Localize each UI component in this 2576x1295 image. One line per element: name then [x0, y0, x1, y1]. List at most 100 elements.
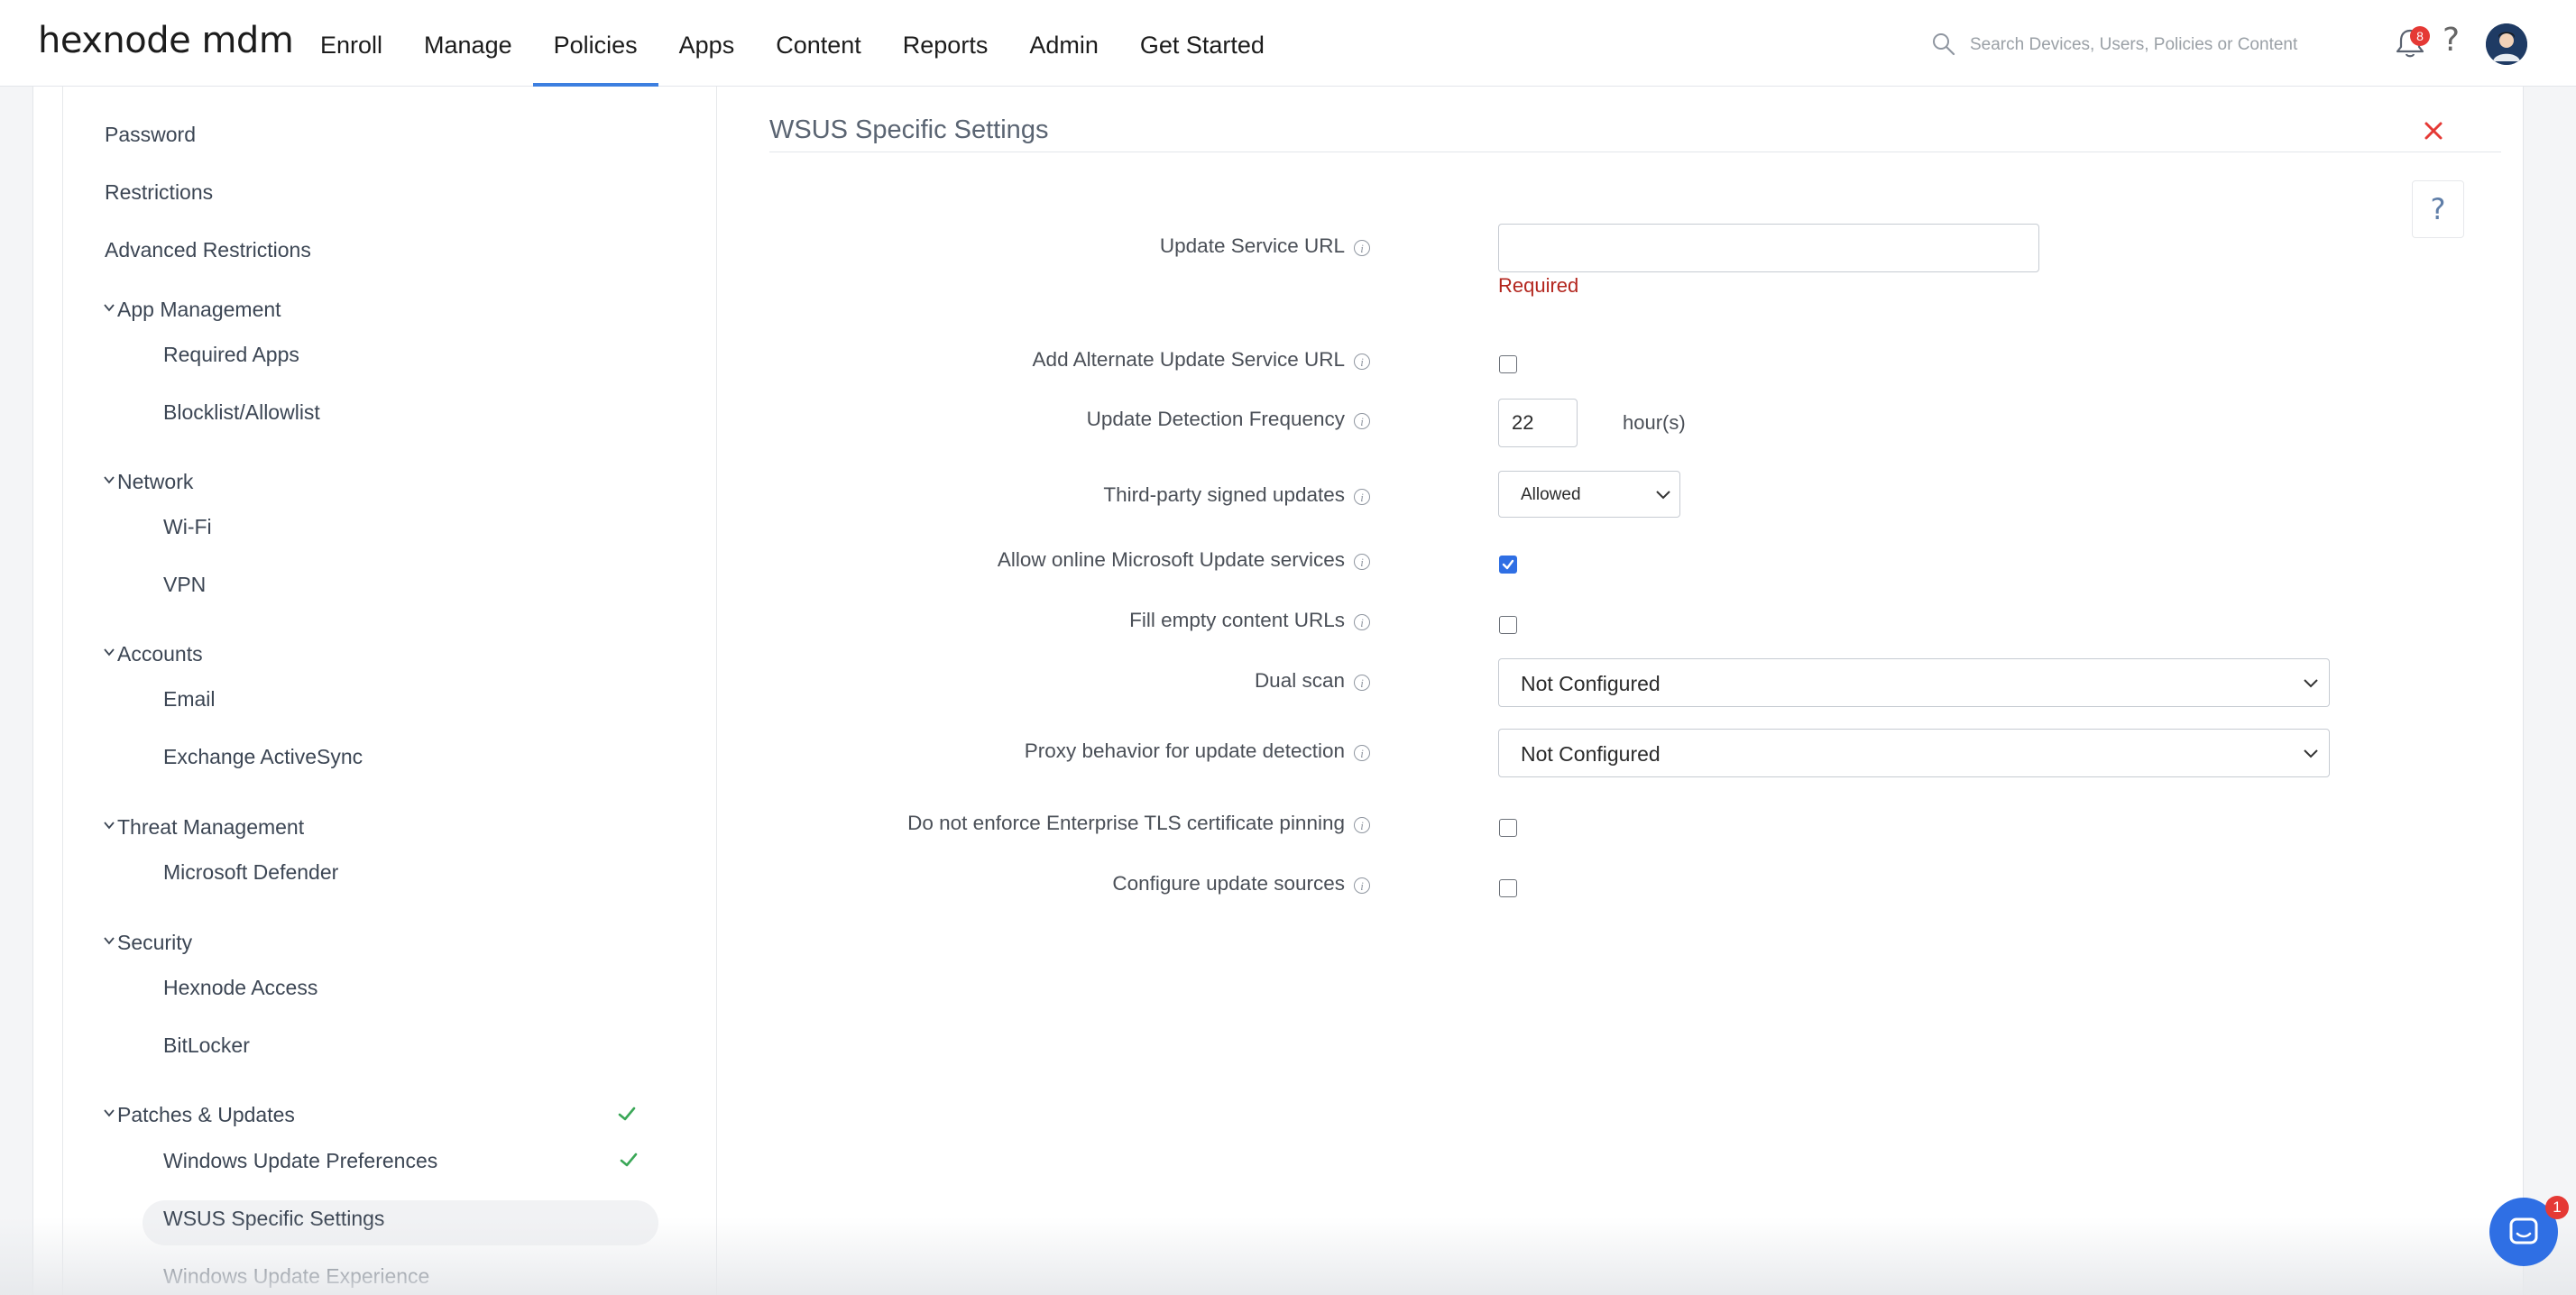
- sidebar-group-label: Patches & Updates: [117, 1103, 295, 1126]
- online-ms-update-checkbox[interactable]: [1499, 556, 1517, 574]
- top-navigation-bar: hexnode mdm Enroll Manage Policies Apps …: [0, 0, 2576, 87]
- chevron-down-icon: [104, 1109, 115, 1117]
- update-sources-checkbox[interactable]: [1499, 879, 1517, 897]
- info-icon[interactable]: i: [1354, 614, 1370, 630]
- update-sources-label: Configure update sources: [1112, 872, 1345, 895]
- chevron-down-icon: [104, 304, 115, 312]
- chevron-down-icon: [1656, 491, 1670, 500]
- nav-admin[interactable]: Admin: [1008, 0, 1119, 87]
- sidebar-item-exchange-activesync[interactable]: Exchange ActiveSync: [163, 745, 363, 769]
- search-input[interactable]: [1970, 27, 2345, 63]
- page-title: WSUS Specific Settings: [769, 115, 1049, 144]
- notification-count-badge: 8: [2410, 26, 2430, 46]
- update-service-url-label: Update Service URL: [1159, 234, 1345, 257]
- nav-enroll[interactable]: Enroll: [299, 0, 403, 87]
- sidebar-item-email[interactable]: Email: [163, 687, 216, 712]
- third-party-label: Third-party signed updates: [1103, 483, 1345, 506]
- sidebar-group-label: Network: [117, 470, 194, 493]
- chevron-down-icon: [2304, 679, 2318, 688]
- sidebar-item-windows-update-preferences[interactable]: Windows Update Preferences: [163, 1149, 437, 1173]
- chevron-down-icon: [104, 648, 115, 657]
- info-icon[interactable]: i: [1354, 413, 1370, 429]
- chevron-down-icon: [2304, 749, 2318, 758]
- user-avatar[interactable]: [2486, 23, 2527, 65]
- proxy-behavior-label: Proxy behavior for update detection: [1024, 739, 1345, 762]
- wsus-settings-panel: WSUS Specific Settings ? Update Service …: [737, 87, 2525, 1295]
- help-icon[interactable]: ?: [2443, 22, 2460, 59]
- info-icon[interactable]: i: [1354, 745, 1370, 761]
- close-icon[interactable]: [2422, 119, 2445, 142]
- fill-empty-urls-label: Fill empty content URLs: [1129, 609, 1345, 631]
- sidebar-group-threat-management[interactable]: Threat Management: [104, 815, 305, 840]
- nav-content[interactable]: Content: [755, 0, 882, 87]
- hours-unit-label: hour(s): [1623, 411, 1686, 434]
- detection-frequency-label: Update Detection Frequency: [1086, 408, 1345, 430]
- sidebar-group-security[interactable]: Security: [104, 931, 193, 955]
- sidebar-item-restrictions[interactable]: Restrictions: [105, 180, 213, 205]
- alternate-url-checkbox[interactable]: [1499, 355, 1517, 373]
- third-party-select[interactable]: Allowed: [1498, 471, 1680, 518]
- chevron-down-icon: [104, 476, 115, 484]
- user-avatar-icon: [2486, 23, 2527, 65]
- sidebar-group-app-management[interactable]: App Management: [104, 298, 281, 322]
- chevron-down-icon: [104, 822, 115, 830]
- proxy-behavior-select[interactable]: Not Configured: [1498, 729, 2330, 777]
- nav-manage[interactable]: Manage: [403, 0, 533, 87]
- chat-icon: [2509, 1217, 2538, 1244]
- nav-policies[interactable]: Policies: [532, 0, 658, 87]
- sidebar-group-patches-updates[interactable]: Patches & Updates: [104, 1103, 295, 1127]
- sidebar-item-vpn[interactable]: VPN: [163, 573, 206, 597]
- nav-get-started[interactable]: Get Started: [1119, 0, 1285, 87]
- sidebar-group-network[interactable]: Network: [104, 470, 194, 494]
- sidebar-item-bitlocker[interactable]: BitLocker: [163, 1033, 250, 1058]
- fill-empty-urls-checkbox[interactable]: [1499, 616, 1517, 634]
- global-search: [1930, 27, 2345, 63]
- configured-check-icon: [620, 1153, 638, 1167]
- tls-pinning-label: Do not enforce Enterprise TLS certificat…: [907, 812, 1345, 834]
- proxy-behavior-select-value: Not Configured: [1521, 742, 1661, 766]
- hexnode-logo[interactable]: hexnode mdm: [38, 20, 294, 61]
- sidebar-item-password[interactable]: Password: [105, 123, 196, 147]
- info-icon[interactable]: i: [1354, 817, 1370, 833]
- sidebar-group-label: Security: [117, 931, 193, 954]
- sidebar-item-required-apps[interactable]: Required Apps: [163, 343, 299, 367]
- third-party-select-value: Allowed: [1521, 485, 1581, 504]
- sidebar-group-label: App Management: [117, 298, 281, 321]
- help-button[interactable]: ?: [2412, 180, 2464, 238]
- nav-apps[interactable]: Apps: [658, 0, 756, 87]
- sidebar-item-blocklist-allowlist[interactable]: Blocklist/Allowlist: [163, 400, 320, 425]
- chevron-down-icon: [104, 937, 115, 945]
- main-nav: Enroll Manage Policies Apps Content Repo…: [299, 0, 1285, 87]
- tls-pinning-checkbox[interactable]: [1499, 819, 1517, 837]
- chat-unread-badge: 1: [2545, 1196, 2569, 1219]
- info-icon[interactable]: i: [1354, 877, 1370, 894]
- sidebar-item-microsoft-defender[interactable]: Microsoft Defender: [163, 860, 338, 885]
- configured-check-icon: [618, 1107, 636, 1121]
- dual-scan-label: Dual scan: [1254, 669, 1345, 692]
- nav-reports[interactable]: Reports: [882, 0, 1009, 87]
- checkmark-icon: [1502, 559, 1514, 570]
- policy-sidebar: Password Restrictions Advanced Restricti…: [62, 87, 717, 1295]
- sidebar-group-label: Accounts: [117, 642, 203, 666]
- sidebar-item-hexnode-access[interactable]: Hexnode Access: [163, 976, 317, 1000]
- info-icon[interactable]: i: [1354, 489, 1370, 505]
- sidebar-item-advanced-restrictions[interactable]: Advanced Restrictions: [105, 238, 311, 262]
- required-error-text: Required: [1498, 274, 1579, 297]
- sidebar-item-wifi[interactable]: Wi-Fi: [163, 515, 212, 539]
- policy-editor: Password Restrictions Advanced Restricti…: [32, 87, 2524, 1295]
- detection-frequency-input[interactable]: [1498, 399, 1578, 447]
- info-icon[interactable]: i: [1354, 554, 1370, 570]
- online-ms-update-label: Allow online Microsoft Update services: [997, 548, 1345, 571]
- update-service-url-input[interactable]: [1498, 224, 2039, 272]
- info-icon[interactable]: i: [1354, 354, 1370, 370]
- sidebar-item-wsus-specific-settings[interactable]: WSUS Specific Settings: [163, 1207, 384, 1231]
- info-icon[interactable]: i: [1354, 240, 1370, 256]
- search-icon: [1933, 33, 1955, 56]
- sidebar-item-windows-update-experience[interactable]: Windows Update Experience: [163, 1264, 429, 1289]
- dual-scan-select[interactable]: Not Configured: [1498, 658, 2330, 707]
- sidebar-group-label: Threat Management: [117, 815, 305, 839]
- alternate-url-label: Add Alternate Update Service URL: [1032, 348, 1345, 371]
- dual-scan-select-value: Not Configured: [1521, 672, 1661, 695]
- sidebar-group-accounts[interactable]: Accounts: [104, 642, 203, 666]
- info-icon[interactable]: i: [1354, 675, 1370, 691]
